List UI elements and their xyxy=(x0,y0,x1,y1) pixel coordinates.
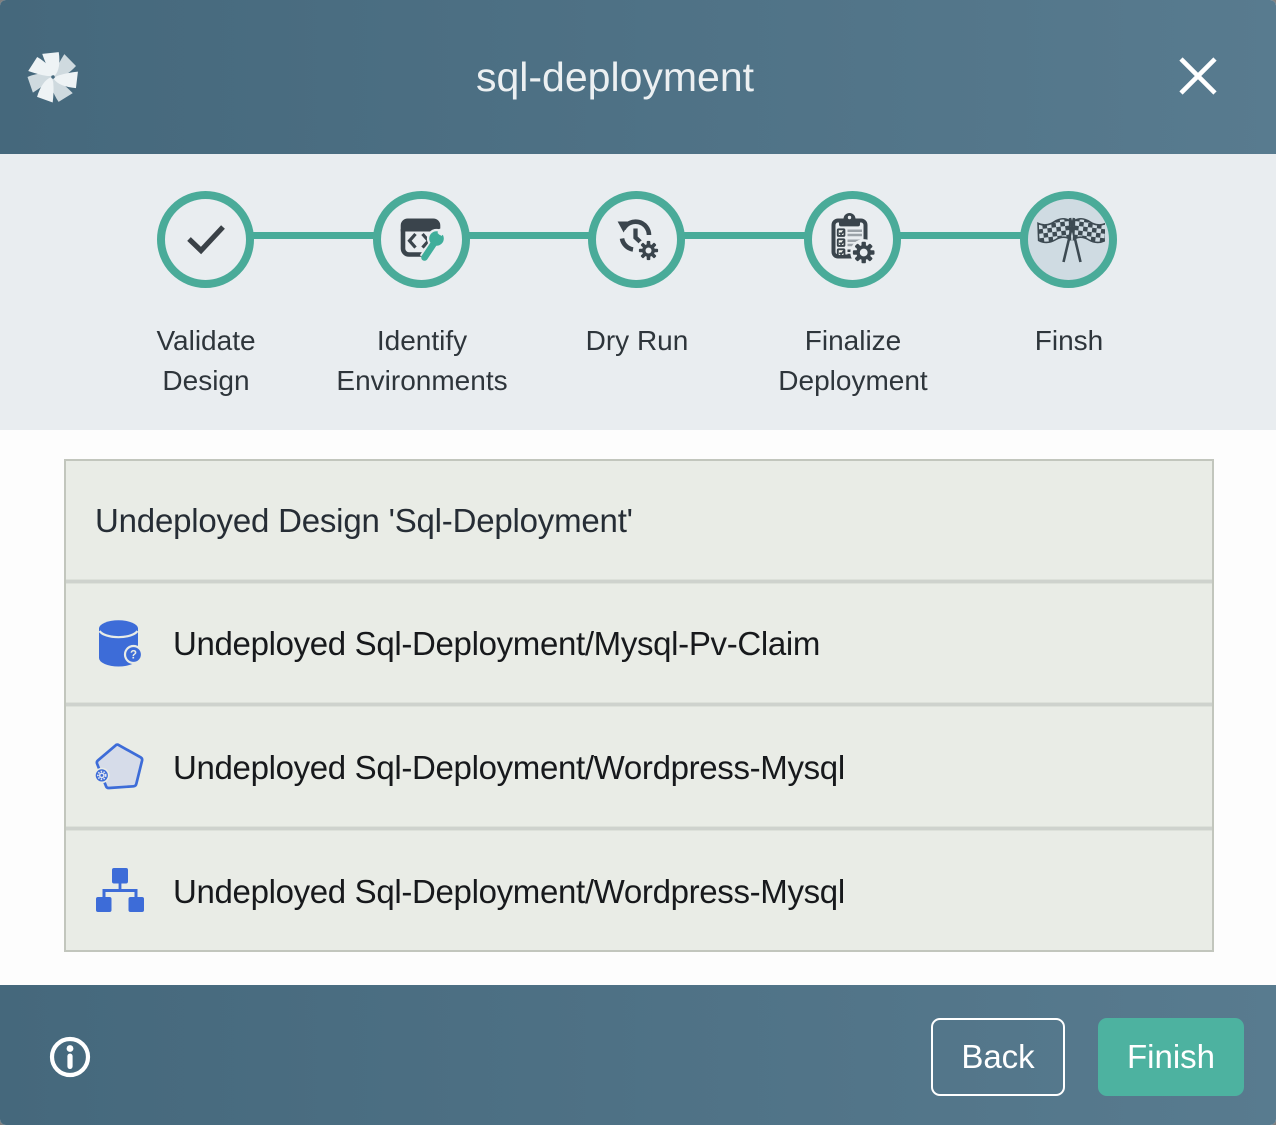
svg-text:?: ? xyxy=(130,650,137,662)
